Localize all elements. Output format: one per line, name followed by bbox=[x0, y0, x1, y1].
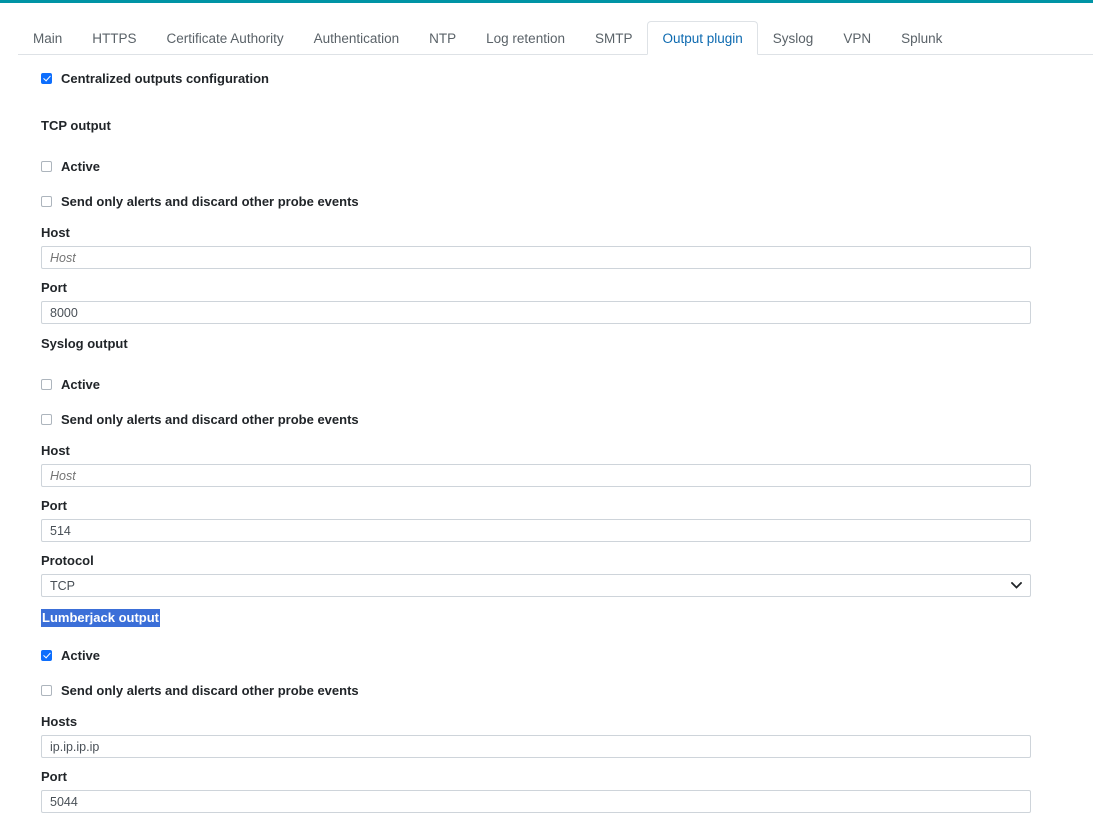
tab-log-retention[interactable]: Log retention bbox=[471, 21, 580, 56]
syslog-alerts-only-checkbox[interactable] bbox=[41, 413, 52, 425]
tab-vpn[interactable]: VPN bbox=[828, 21, 886, 56]
lumberjack-alerts-only-checkbox[interactable] bbox=[41, 684, 52, 696]
tab-ntp[interactable]: NTP bbox=[414, 21, 471, 56]
tcp-active-row[interactable]: Active bbox=[41, 159, 1093, 173]
lumberjack-active-label: Active bbox=[61, 647, 101, 663]
tcp-output-heading: TCP output bbox=[41, 118, 111, 133]
syslog-protocol-select[interactable] bbox=[41, 574, 1031, 597]
lumberjack-output-heading: Lumberjack output bbox=[41, 609, 161, 627]
tab-smtp[interactable]: SMTP bbox=[580, 21, 648, 56]
lumberjack-hosts-label: Hosts bbox=[41, 714, 78, 729]
tcp-port-input[interactable] bbox=[41, 301, 1031, 324]
centralized-outputs-label: Centralized outputs configuration bbox=[61, 70, 269, 86]
syslog-host-label: Host bbox=[41, 443, 70, 458]
lumberjack-active-checkbox[interactable] bbox=[41, 649, 52, 661]
syslog-port-label: Port bbox=[41, 498, 67, 513]
tcp-host-label: Host bbox=[41, 225, 70, 240]
tab-certificate-authority[interactable]: Certificate Authority bbox=[152, 21, 299, 56]
syslog-active-row[interactable]: Active bbox=[41, 377, 1093, 391]
tab-output-plugin[interactable]: Output plugin bbox=[647, 20, 758, 55]
lumberjack-alerts-only-row[interactable]: Send only alerts and discard other probe… bbox=[41, 683, 1093, 697]
lumberjack-active-row[interactable]: Active bbox=[41, 648, 1093, 662]
tab-authentication[interactable]: Authentication bbox=[299, 21, 415, 56]
syslog-active-checkbox[interactable] bbox=[41, 378, 52, 390]
syslog-protocol-label: Protocol bbox=[41, 553, 94, 568]
syslog-alerts-only-label: Send only alerts and discard other probe… bbox=[61, 411, 359, 427]
tcp-alerts-only-label: Send only alerts and discard other probe… bbox=[61, 193, 359, 209]
lumberjack-alerts-only-label: Send only alerts and discard other probe… bbox=[61, 682, 359, 698]
syslog-port-input[interactable] bbox=[41, 519, 1031, 542]
tcp-port-label: Port bbox=[41, 280, 67, 295]
tcp-alerts-only-row[interactable]: Send only alerts and discard other probe… bbox=[41, 194, 1093, 208]
tab-splunk[interactable]: Splunk bbox=[886, 21, 957, 56]
tab-main[interactable]: Main bbox=[18, 21, 77, 56]
lumberjack-hosts-input[interactable] bbox=[41, 735, 1031, 758]
tcp-alerts-only-checkbox[interactable] bbox=[41, 195, 52, 207]
output-plugin-form: Centralized outputs configuration TCP ou… bbox=[0, 55, 1093, 813]
syslog-output-heading: Syslog output bbox=[41, 336, 128, 351]
syslog-protocol-select-wrap[interactable] bbox=[41, 574, 1031, 597]
lumberjack-port-label: Port bbox=[41, 769, 67, 784]
tab-syslog[interactable]: Syslog bbox=[758, 21, 829, 56]
tcp-active-checkbox[interactable] bbox=[41, 160, 52, 172]
syslog-host-input[interactable] bbox=[41, 464, 1031, 487]
centralized-outputs-checkbox[interactable] bbox=[41, 72, 52, 84]
tab-https[interactable]: HTTPS bbox=[77, 21, 151, 56]
tcp-active-label: Active bbox=[61, 158, 101, 174]
syslog-active-label: Active bbox=[61, 376, 101, 392]
tcp-host-input[interactable] bbox=[41, 246, 1031, 269]
syslog-alerts-only-row[interactable]: Send only alerts and discard other probe… bbox=[41, 412, 1093, 426]
settings-tabbar: Main HTTPS Certificate Authority Authent… bbox=[0, 3, 1093, 55]
lumberjack-port-input[interactable] bbox=[41, 790, 1031, 813]
tab-list: Main HTTPS Certificate Authority Authent… bbox=[18, 20, 957, 56]
centralized-outputs-row[interactable]: Centralized outputs configuration bbox=[41, 71, 1093, 85]
